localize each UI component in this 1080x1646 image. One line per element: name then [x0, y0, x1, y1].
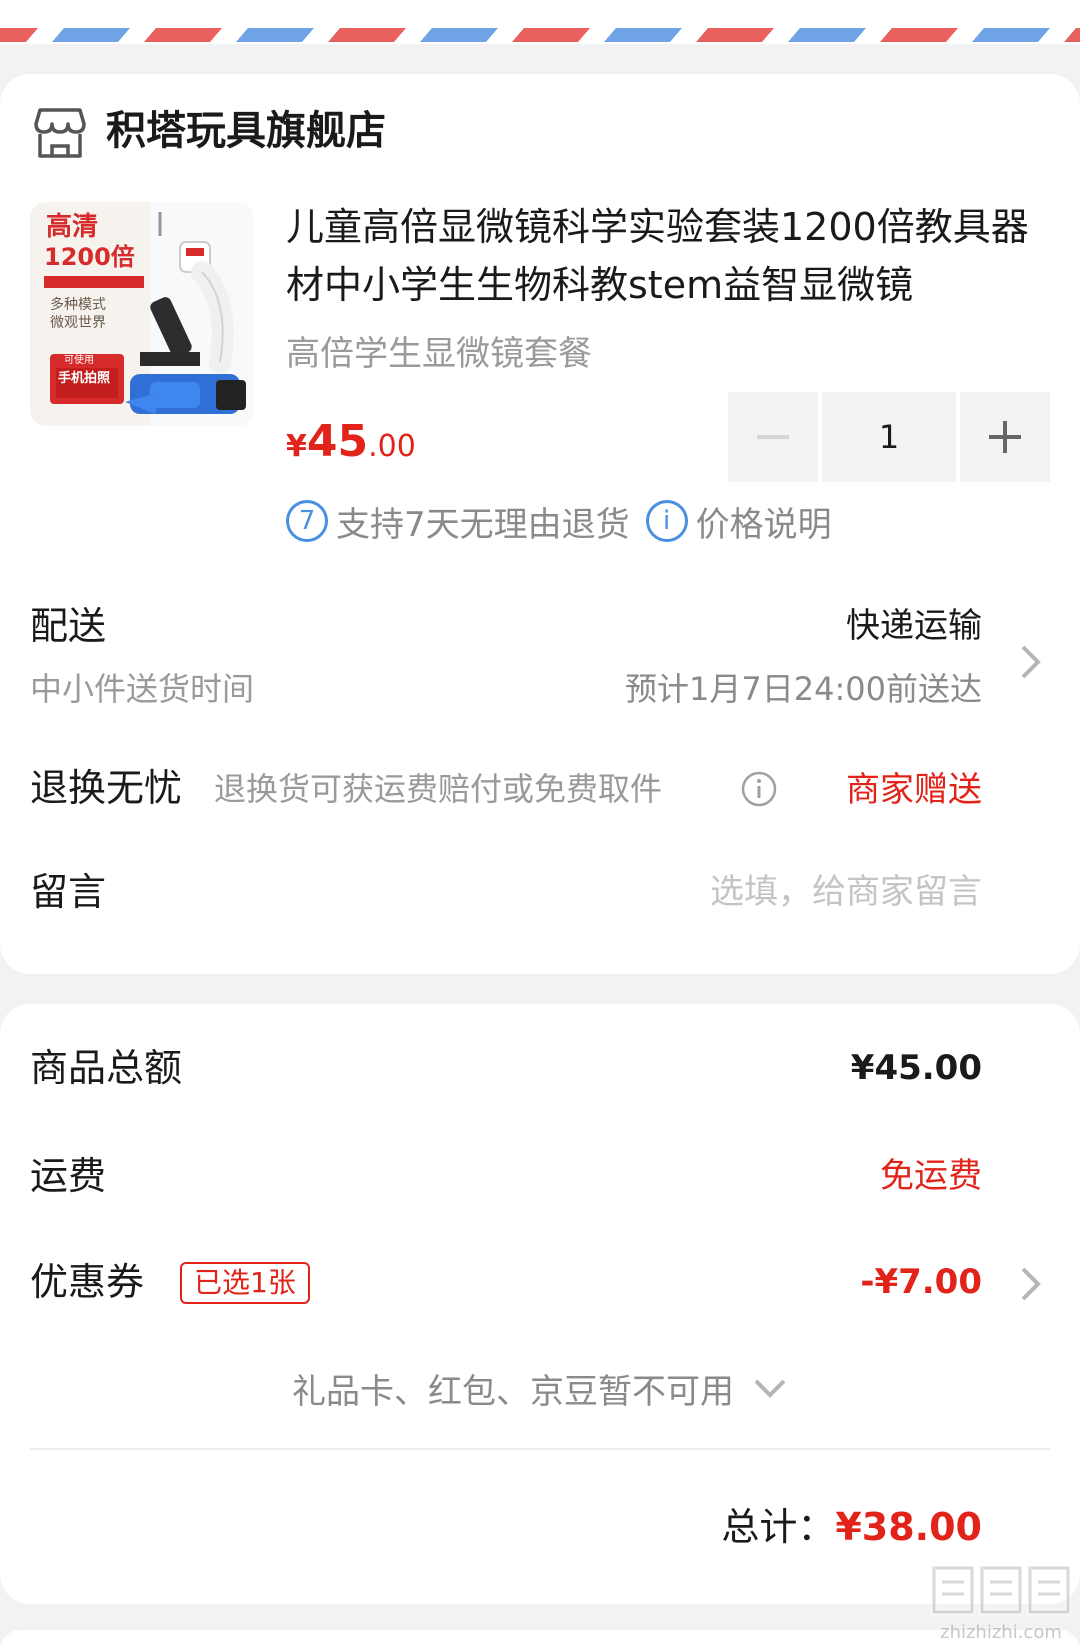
service-tags: 7 支持7天无理由退货 i 价格说明 [286, 494, 832, 548]
watermark-logo [931, 1565, 1071, 1615]
message-label: 留言 [30, 870, 107, 914]
airmail-border [0, 0, 1080, 44]
goods-total-label: 商品总额 [30, 1046, 183, 1090]
airmail-stripe [512, 28, 590, 42]
coupon-selected-badge: 已选1张 [180, 1262, 310, 1304]
summary-divider [30, 1448, 1050, 1450]
watermark-url: zhizhizhi.com [940, 1622, 1062, 1643]
shipping-fee-label: 运费 [30, 1154, 107, 1198]
info-circle-icon[interactable] [740, 770, 778, 808]
chevron-down-icon [754, 1379, 786, 1398]
plus-icon [989, 421, 1021, 453]
image-caption-3: 可使用 [64, 355, 94, 366]
return-guarantee-label: 退换无忧 [30, 766, 183, 810]
airmail-stripes [0, 28, 1080, 42]
coupon-row[interactable]: 优惠券 已选1张 -¥7.00 [0, 1246, 1080, 1316]
price-currency: ¥ [286, 429, 307, 464]
product-title[interactable]: 儿童高倍显微镜科学实验套装1200倍教具器材中小学生生物科教stem益智显微镜 [286, 198, 1046, 314]
quantity-stepper: 1 [728, 392, 1050, 482]
airmail-stripe [1064, 28, 1080, 42]
airmail-stripe [972, 28, 1050, 42]
coupon-value: -¥7.00 [860, 1262, 982, 1302]
info-icon: i [645, 500, 688, 542]
airmail-stripe [236, 28, 314, 42]
airmail-stripe [880, 28, 958, 42]
image-badge-title: 高清 [46, 212, 99, 242]
airmail-stripe [52, 28, 130, 42]
price-integer: 45 [306, 416, 369, 467]
decrease-button[interactable] [728, 392, 818, 482]
delivery-row[interactable]: 配送 快递运输 中小件送货时间 预计1月7日24:00前送达 [0, 594, 1080, 714]
total-label: 总计： [721, 1505, 836, 1549]
order-item-card: 积塔玩具旗舰店 高清 1200倍 多种模式 微观世界 可使用 手机拍照 儿童高倍… [0, 74, 1080, 974]
product-price: ¥45.00 [286, 412, 416, 481]
delivery-sub-label: 中小件送货时间 [30, 670, 255, 708]
message-input[interactable]: 选填，给商家留言 [710, 868, 982, 916]
airmail-stripe [0, 28, 38, 42]
image-badge-zoom: 1200倍 [44, 243, 135, 271]
shop-name[interactable]: 积塔玩具旗舰店 [106, 104, 386, 158]
minus-icon [757, 435, 789, 439]
airmail-stripe [328, 28, 406, 42]
airmail-stripe [696, 28, 774, 42]
chevron-right-icon [1021, 1267, 1041, 1301]
product-image[interactable]: 高清 1200倍 多种模式 微观世界 可使用 手机拍照 [30, 202, 254, 426]
product-spec[interactable]: 高倍学生显微镜套餐 [286, 330, 592, 378]
store-icon [34, 108, 86, 158]
image-caption-4: 手机拍照 [58, 371, 111, 386]
airmail-stripe [420, 28, 498, 42]
return-guarantee-desc: 退换货可获运费赔付或免费取件 [214, 770, 663, 808]
goods-total-value: ¥45.00 [850, 1048, 982, 1088]
message-row: 留言 选填，给商家留言 [0, 858, 1080, 928]
airmail-stripe [788, 28, 866, 42]
shipping-fee-value: 免运费 [880, 1156, 982, 1196]
coupon-label: 优惠券 [30, 1260, 145, 1304]
seven-day-return-icon: 7 [286, 500, 328, 542]
chevron-right-icon [1021, 645, 1041, 679]
order-summary-card: 商品总额 ¥45.00 运费 免运费 优惠券 已选1张 -¥7.00 礼品卡、红… [0, 1004, 1080, 1604]
order-total: 总计： ¥38.00 [721, 1496, 982, 1551]
image-caption-1: 多种模式 [50, 297, 106, 313]
unavailable-row[interactable]: 礼品卡、红包、京豆暂不可用 [0, 1358, 1080, 1418]
price-explanation-link[interactable]: 价格说明 [696, 497, 832, 546]
image-caption-2: 微观世界 [50, 315, 106, 331]
airmail-stripe [604, 28, 682, 42]
return-guarantee-row: 退换无忧 退换货可获运费赔付或免费取件 商家赠送 [0, 758, 1080, 818]
return-guarantee-value: 商家赠送 [846, 770, 982, 810]
total-value: ¥38.00 [835, 1505, 982, 1549]
price-decimal: .00 [368, 429, 416, 464]
unavailable-text: 礼品卡、红包、京豆暂不可用 [292, 1371, 734, 1412]
delivery-label: 配送 [30, 604, 107, 648]
next-card-edge [0, 1630, 1080, 1646]
increase-button[interactable] [960, 392, 1050, 482]
quantity-input[interactable]: 1 [822, 392, 956, 482]
watermark: zhizhizhi.com [928, 1562, 1074, 1643]
seven-day-return-text[interactable]: 支持7天无理由退货 [336, 497, 630, 546]
delivery-method: 快递运输 [846, 606, 982, 646]
delivery-eta: 预计1月7日24:00前送达 [625, 670, 982, 708]
airmail-stripe [144, 28, 222, 42]
